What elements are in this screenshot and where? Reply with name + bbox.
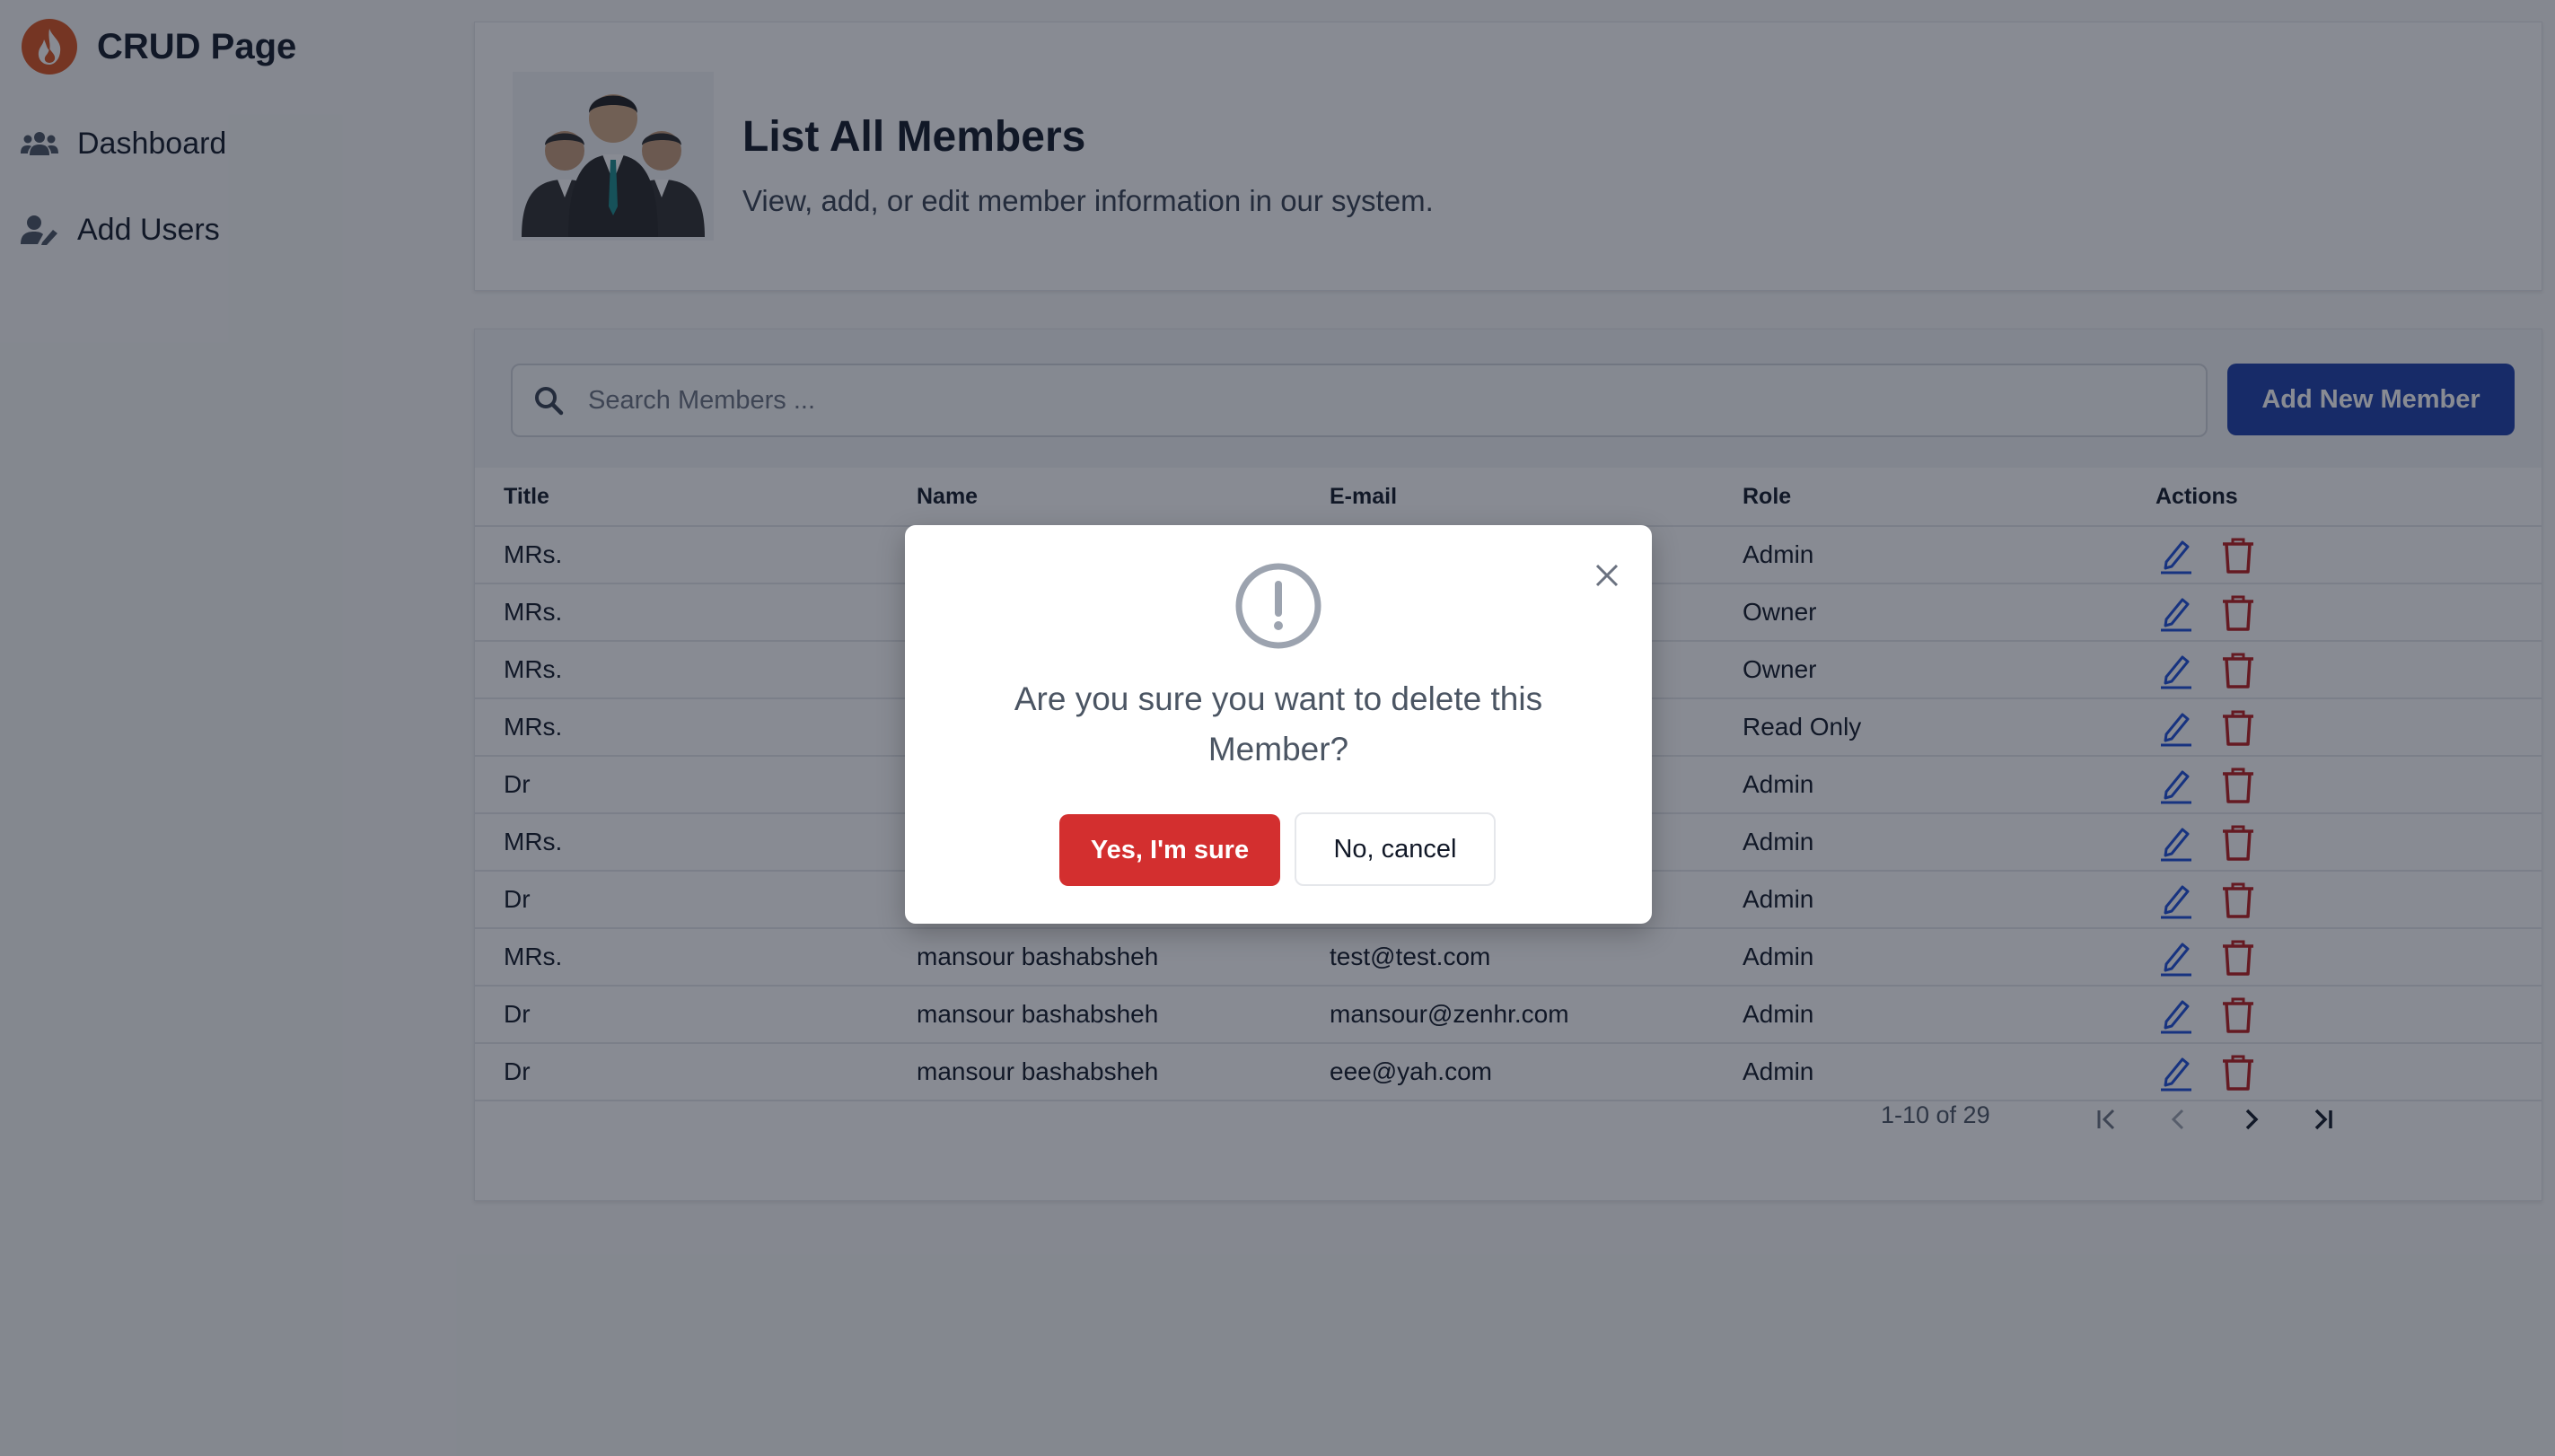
delete-confirm-modal: Are you sure you want to delete this Mem… bbox=[905, 525, 1652, 924]
confirm-delete-button[interactable]: Yes, I'm sure bbox=[1059, 814, 1280, 886]
cancel-button[interactable]: No, cancel bbox=[1295, 812, 1496, 886]
modal-message: Are you sure you want to delete this Mem… bbox=[1014, 680, 1543, 767]
warning-icon bbox=[1234, 561, 1323, 651]
close-icon[interactable] bbox=[1589, 557, 1625, 593]
